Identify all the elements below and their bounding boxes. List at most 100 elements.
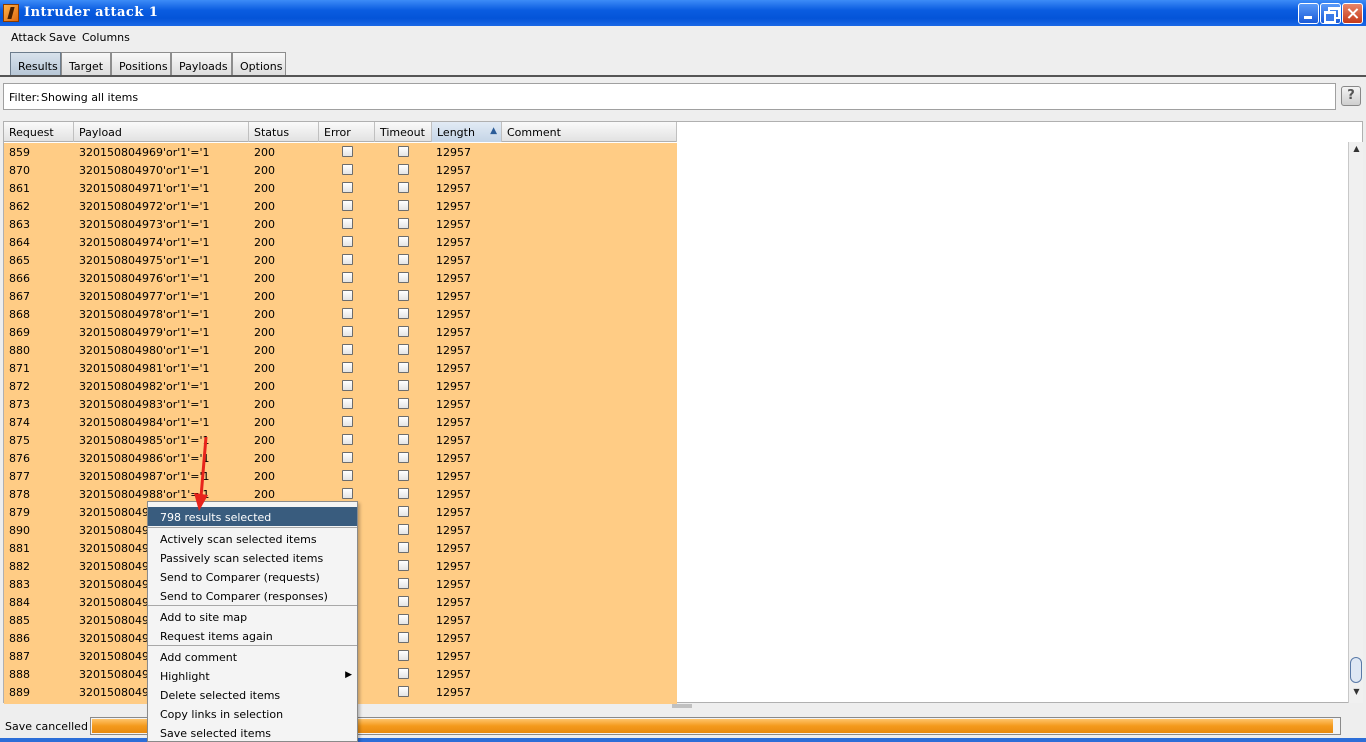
tab-options[interactable]: Options (232, 52, 286, 76)
error-checkbox[interactable] (342, 380, 353, 391)
context-menu-item[interactable]: Actively scan selected items (148, 529, 357, 548)
column-header-payload[interactable]: Payload (74, 122, 249, 142)
table-row[interactable]: 875 320150804985'or'1'='1 200 12957 (4, 431, 677, 449)
timeout-checkbox[interactable] (398, 380, 409, 391)
column-header-length[interactable]: Length ▲ (432, 122, 502, 142)
table-row[interactable]: 865 320150804975'or'1'='1 200 12957 (4, 251, 677, 269)
scroll-down-icon[interactable]: ▼ (1351, 687, 1362, 701)
timeout-checkbox[interactable] (398, 524, 409, 535)
tab-payloads[interactable]: Payloads (171, 52, 232, 76)
timeout-checkbox[interactable] (398, 578, 409, 589)
timeout-checkbox[interactable] (398, 596, 409, 607)
error-checkbox[interactable] (342, 236, 353, 247)
error-checkbox[interactable] (342, 200, 353, 211)
table-row[interactable]: 880 320150804980'or'1'='1 200 12957 (4, 341, 677, 359)
vertical-scrollbar[interactable]: ▲ ▼ (1348, 142, 1363, 703)
context-menu-item[interactable]: Save selected items (148, 723, 357, 742)
close-button[interactable] (1342, 3, 1363, 24)
timeout-checkbox[interactable] (398, 506, 409, 517)
timeout-checkbox[interactable] (398, 308, 409, 319)
timeout-checkbox[interactable] (398, 668, 409, 679)
error-checkbox[interactable] (342, 308, 353, 319)
table-row[interactable]: 872 320150804982'or'1'='1 200 12957 (4, 377, 677, 395)
error-checkbox[interactable] (342, 290, 353, 301)
timeout-checkbox[interactable] (398, 416, 409, 427)
filter-bar[interactable]: Filter: Showing all items (3, 83, 1336, 110)
help-button[interactable]: ? (1341, 86, 1361, 106)
error-checkbox[interactable] (342, 434, 353, 445)
error-checkbox[interactable] (342, 362, 353, 373)
timeout-checkbox[interactable] (398, 272, 409, 283)
column-header-comment[interactable]: Comment (502, 122, 677, 142)
error-checkbox[interactable] (342, 416, 353, 427)
error-checkbox[interactable] (342, 398, 353, 409)
timeout-checkbox[interactable] (398, 488, 409, 499)
table-row[interactable]: 862 320150804972'or'1'='1 200 12957 (4, 197, 677, 215)
error-checkbox[interactable] (342, 488, 353, 499)
column-header-request[interactable]: Request (4, 122, 74, 142)
context-menu-item[interactable]: Send to Comparer (responses) (148, 586, 357, 605)
table-row[interactable]: 863 320150804973'or'1'='1 200 12957 (4, 215, 677, 233)
scroll-up-icon[interactable]: ▲ (1351, 144, 1362, 158)
timeout-checkbox[interactable] (398, 560, 409, 571)
error-checkbox[interactable] (342, 344, 353, 355)
timeout-checkbox[interactable] (398, 290, 409, 301)
menu-save[interactable]: Save (49, 31, 76, 44)
table-row[interactable]: 873 320150804983'or'1'='1 200 12957 (4, 395, 677, 413)
timeout-checkbox[interactable] (398, 686, 409, 697)
timeout-checkbox[interactable] (398, 218, 409, 229)
timeout-checkbox[interactable] (398, 362, 409, 373)
context-menu-item[interactable]: Passively scan selected items (148, 548, 357, 567)
table-row[interactable]: 874 320150804984'or'1'='1 200 12957 (4, 413, 677, 431)
table-row[interactable]: 871 320150804981'or'1'='1 200 12957 (4, 359, 677, 377)
error-checkbox[interactable] (342, 146, 353, 157)
table-row[interactable]: 867 320150804977'or'1'='1 200 12957 (4, 287, 677, 305)
timeout-checkbox[interactable] (398, 236, 409, 247)
context-menu-item[interactable]: Copy links in selection (148, 704, 357, 723)
table-row[interactable]: 861 320150804971'or'1'='1 200 12957 (4, 179, 677, 197)
context-menu-item[interactable]: Highlight ▶ (148, 666, 357, 685)
timeout-checkbox[interactable] (398, 182, 409, 193)
context-menu-item[interactable]: Request items again (148, 626, 357, 645)
minimize-button[interactable] (1298, 3, 1319, 24)
tab-positions[interactable]: Positions (111, 52, 171, 76)
table-row[interactable]: 877 320150804987'or'1'='1 200 12957 (4, 467, 677, 485)
error-checkbox[interactable] (342, 272, 353, 283)
timeout-checkbox[interactable] (398, 344, 409, 355)
context-menu-item[interactable]: Add to site map (148, 607, 357, 626)
restore-button[interactable] (1320, 3, 1341, 24)
menu-columns[interactable]: Columns (82, 31, 130, 44)
timeout-checkbox[interactable] (398, 398, 409, 409)
timeout-checkbox[interactable] (398, 614, 409, 625)
error-checkbox[interactable] (342, 452, 353, 463)
column-header-timeout[interactable]: Timeout (375, 122, 432, 142)
table-row[interactable]: 864 320150804974'or'1'='1 200 12957 (4, 233, 677, 251)
error-checkbox[interactable] (342, 326, 353, 337)
error-checkbox[interactable] (342, 470, 353, 481)
error-checkbox[interactable] (342, 254, 353, 265)
table-row[interactable]: 876 320150804986'or'1'='1 200 12957 (4, 449, 677, 467)
timeout-checkbox[interactable] (398, 470, 409, 481)
menu-attack[interactable]: Attack (11, 31, 46, 44)
table-row[interactable]: 869 320150804979'or'1'='1 200 12957 (4, 323, 677, 341)
context-menu-item[interactable]: Send to Comparer (requests) (148, 567, 357, 586)
tab-results[interactable]: Results (10, 52, 61, 76)
tab-target[interactable]: Target (61, 52, 111, 76)
timeout-checkbox[interactable] (398, 164, 409, 175)
timeout-checkbox[interactable] (398, 326, 409, 337)
timeout-checkbox[interactable] (398, 200, 409, 211)
timeout-checkbox[interactable] (398, 650, 409, 661)
scrollbar-thumb[interactable] (1350, 657, 1362, 683)
timeout-checkbox[interactable] (398, 632, 409, 643)
column-header-status[interactable]: Status (249, 122, 319, 142)
context-menu-item[interactable]: Add comment (148, 647, 357, 666)
column-header-error[interactable]: Error (319, 122, 375, 142)
timeout-checkbox[interactable] (398, 434, 409, 445)
split-pane-handle[interactable] (672, 704, 692, 708)
table-row[interactable]: 868 320150804978'or'1'='1 200 12957 (4, 305, 677, 323)
table-row[interactable]: 859 320150804969'or'1'='1 200 12957 (4, 143, 677, 161)
context-menu-item[interactable]: Delete selected items (148, 685, 357, 704)
timeout-checkbox[interactable] (398, 452, 409, 463)
timeout-checkbox[interactable] (398, 542, 409, 553)
error-checkbox[interactable] (342, 182, 353, 193)
